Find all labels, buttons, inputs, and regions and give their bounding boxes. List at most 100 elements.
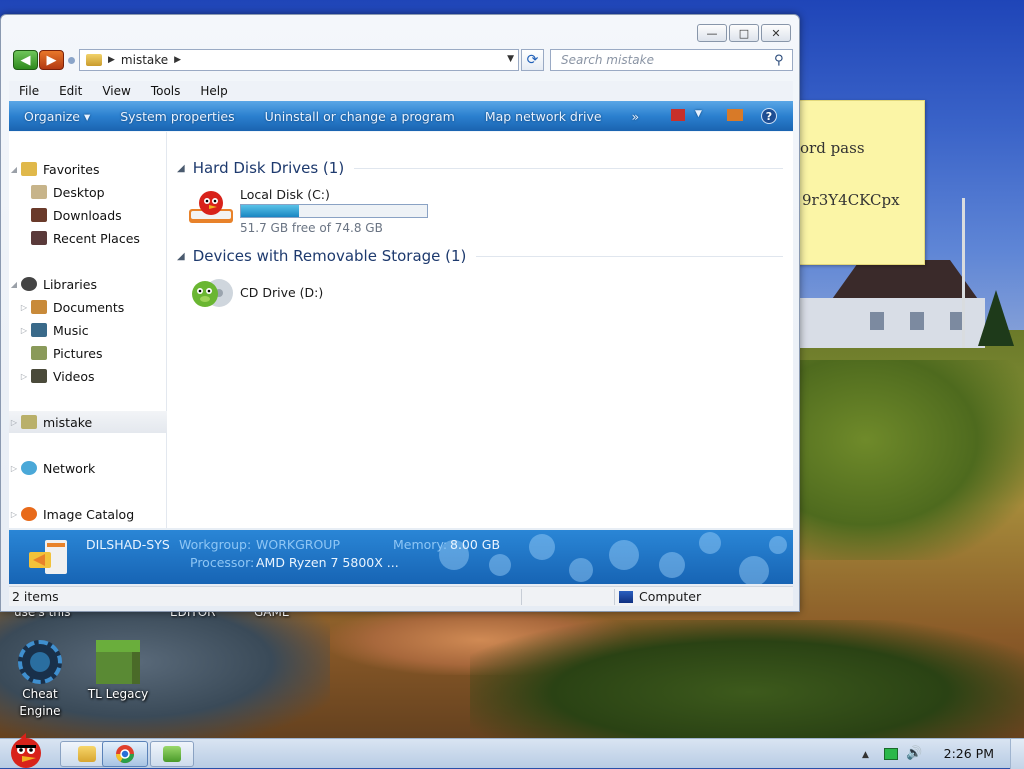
- search-icon[interactable]: ⚲: [774, 53, 792, 68]
- taskbar-button-chrome[interactable]: [102, 741, 148, 767]
- wallpaper-house: [800, 250, 985, 350]
- desktop-icon: [31, 185, 47, 199]
- clock[interactable]: 2:26 PM: [944, 746, 994, 761]
- system-properties-button[interactable]: System properties: [105, 109, 249, 124]
- collapse-arrow-icon[interactable]: ◢: [177, 251, 185, 262]
- map-network-drive-button[interactable]: Map network drive: [470, 109, 617, 124]
- expand-arrow-icon[interactable]: ▷: [9, 464, 19, 473]
- expand-arrow-icon[interactable]: ◢: [9, 165, 19, 174]
- menu-help[interactable]: Help: [190, 84, 237, 98]
- volume-icon[interactable]: 🔊: [906, 746, 922, 761]
- status-bar: 2 items Computer: [9, 586, 793, 606]
- view-dropdown-icon[interactable]: ▼: [695, 109, 702, 119]
- nav-item-downloads[interactable]: Downloads: [9, 204, 167, 226]
- image-catalog-icon: [21, 507, 37, 521]
- expand-arrow-icon[interactable]: ▷: [19, 326, 29, 335]
- expand-arrow-icon[interactable]: ▷: [19, 303, 29, 312]
- nav-item-image-catalog[interactable]: ▷ Image Catalog: [9, 503, 167, 525]
- taskbar-button-app[interactable]: [150, 741, 194, 767]
- status-location-label: Computer: [639, 589, 702, 604]
- nav-item-network[interactable]: ▷ Network: [9, 457, 167, 479]
- decorative-bubble: [659, 552, 685, 578]
- decorative-bubble: [489, 554, 511, 576]
- breadcrumb-item[interactable]: mistake: [121, 53, 168, 67]
- nav-item-favorites[interactable]: ◢ Favorites: [9, 158, 167, 180]
- minecraft-block-icon: [96, 640, 140, 684]
- nav-item-pictures[interactable]: Pictures: [9, 342, 167, 364]
- start-button-angry-bird-icon[interactable]: [2, 731, 50, 769]
- collapse-arrow-icon[interactable]: ◢: [177, 163, 185, 174]
- videos-icon: [31, 369, 47, 383]
- processor-label: Processor:: [190, 555, 255, 570]
- forward-button[interactable]: ▶: [39, 50, 64, 70]
- expand-arrow-icon[interactable]: ▷: [9, 510, 19, 519]
- nav-item-desktop[interactable]: Desktop: [9, 181, 167, 203]
- recent-pages-icon[interactable]: [68, 57, 75, 64]
- nav-item-label: Desktop: [53, 184, 105, 200]
- group-title: Hard Disk Drives (1): [192, 159, 345, 177]
- menu-view[interactable]: View: [92, 84, 140, 98]
- nav-item-label: Recent Places: [53, 230, 140, 246]
- nav-item-homegroup-user[interactable]: ▷ mistake: [9, 411, 167, 433]
- libraries-icon: [21, 277, 37, 291]
- sticky-note-line1: ord pass: [800, 139, 865, 157]
- address-bar[interactable]: ▶ mistake ▶ ▼: [79, 49, 519, 71]
- star-icon: [21, 162, 37, 176]
- nav-item-label: Videos: [53, 368, 95, 384]
- menu-file[interactable]: File: [9, 84, 49, 98]
- refresh-button[interactable]: ⟳: [521, 49, 544, 71]
- sticky-note[interactable]: ord pass 9r3Y4CKCpx: [797, 100, 925, 265]
- green-pig-cd-drive-icon: [192, 279, 233, 307]
- decorative-bubble: [569, 558, 593, 582]
- minimize-button[interactable]: —: [697, 24, 727, 42]
- show-desktop-button[interactable]: [1010, 739, 1024, 769]
- back-button[interactable]: ◀: [13, 50, 38, 70]
- group-header-removable[interactable]: ◢ Devices with Removable Storage (1): [177, 247, 783, 265]
- status-divider: [521, 589, 522, 605]
- nav-item-music[interactable]: ▷ Music: [9, 319, 167, 341]
- expand-arrow-icon[interactable]: ▷: [9, 418, 19, 427]
- nav-item-recent-places[interactable]: Recent Places: [9, 227, 167, 249]
- nav-item-videos[interactable]: ▷ Videos: [9, 365, 167, 387]
- expand-arrow-icon[interactable]: ◢: [9, 280, 19, 289]
- group-header-hdd[interactable]: ◢ Hard Disk Drives (1): [177, 159, 783, 177]
- uninstall-program-button[interactable]: Uninstall or change a program: [250, 109, 470, 124]
- menu-tools[interactable]: Tools: [141, 84, 191, 98]
- sticky-note-line2: 9r3Y4CKCpx: [802, 191, 900, 209]
- help-button[interactable]: ?: [761, 108, 777, 124]
- drive-usage-fill: [241, 205, 299, 217]
- menu-edit[interactable]: Edit: [49, 84, 92, 98]
- toolbar-overflow-button[interactable]: »: [617, 109, 655, 124]
- nav-item-libraries[interactable]: ◢ Libraries: [9, 273, 167, 295]
- nav-item-documents[interactable]: ▷ Documents: [9, 296, 167, 318]
- breadcrumb-chevron-icon[interactable]: ▶: [108, 55, 115, 65]
- view-options-icon[interactable]: [671, 109, 685, 121]
- desktop-icon-cheat-engine[interactable]: Cheat Engine: [4, 640, 76, 720]
- organize-label: Organize: [24, 108, 80, 124]
- drive-usage-bar: [240, 204, 428, 218]
- search-box[interactable]: Search mistake ⚲: [550, 49, 793, 71]
- maximize-button[interactable]: □: [729, 24, 759, 42]
- desktop-icon-tl-legacy[interactable]: TL Legacy: [82, 640, 154, 703]
- navigation-pane: ◢ Favorites Desktop Downloads Recent Pla…: [9, 132, 167, 528]
- organize-button[interactable]: Organize ▾: [9, 109, 105, 124]
- pictures-icon: [31, 346, 47, 360]
- computer-icon: [21, 415, 37, 429]
- content-area: ◢ Favorites Desktop Downloads Recent Pla…: [9, 132, 793, 528]
- preview-pane-icon[interactable]: [727, 109, 743, 121]
- close-button[interactable]: ✕: [761, 24, 791, 42]
- memory-value: 8.00 GB: [450, 537, 501, 552]
- address-dropdown-icon[interactable]: ▼: [507, 54, 514, 64]
- item-count: 2 items: [12, 589, 59, 604]
- desktop-icon-label: Cheat Engine: [19, 687, 61, 718]
- explorer-window: — □ ✕ ◀ ▶ ▶ mistake ▶ ▼ ⟳ Search mistake…: [0, 14, 800, 612]
- expand-arrow-icon[interactable]: ▷: [19, 372, 29, 381]
- breadcrumb-chevron-icon[interactable]: ▶: [174, 55, 181, 65]
- network-status-icon[interactable]: [884, 748, 898, 760]
- processor-value: AMD Ryzen 7 5800X ...: [256, 555, 399, 570]
- search-input[interactable]: Search mistake: [551, 53, 774, 67]
- nav-item-label: mistake: [43, 414, 93, 430]
- documents-icon: [31, 300, 47, 314]
- show-hidden-icons-button[interactable]: ▲: [862, 750, 869, 760]
- nav-item-label: Favorites: [43, 161, 100, 177]
